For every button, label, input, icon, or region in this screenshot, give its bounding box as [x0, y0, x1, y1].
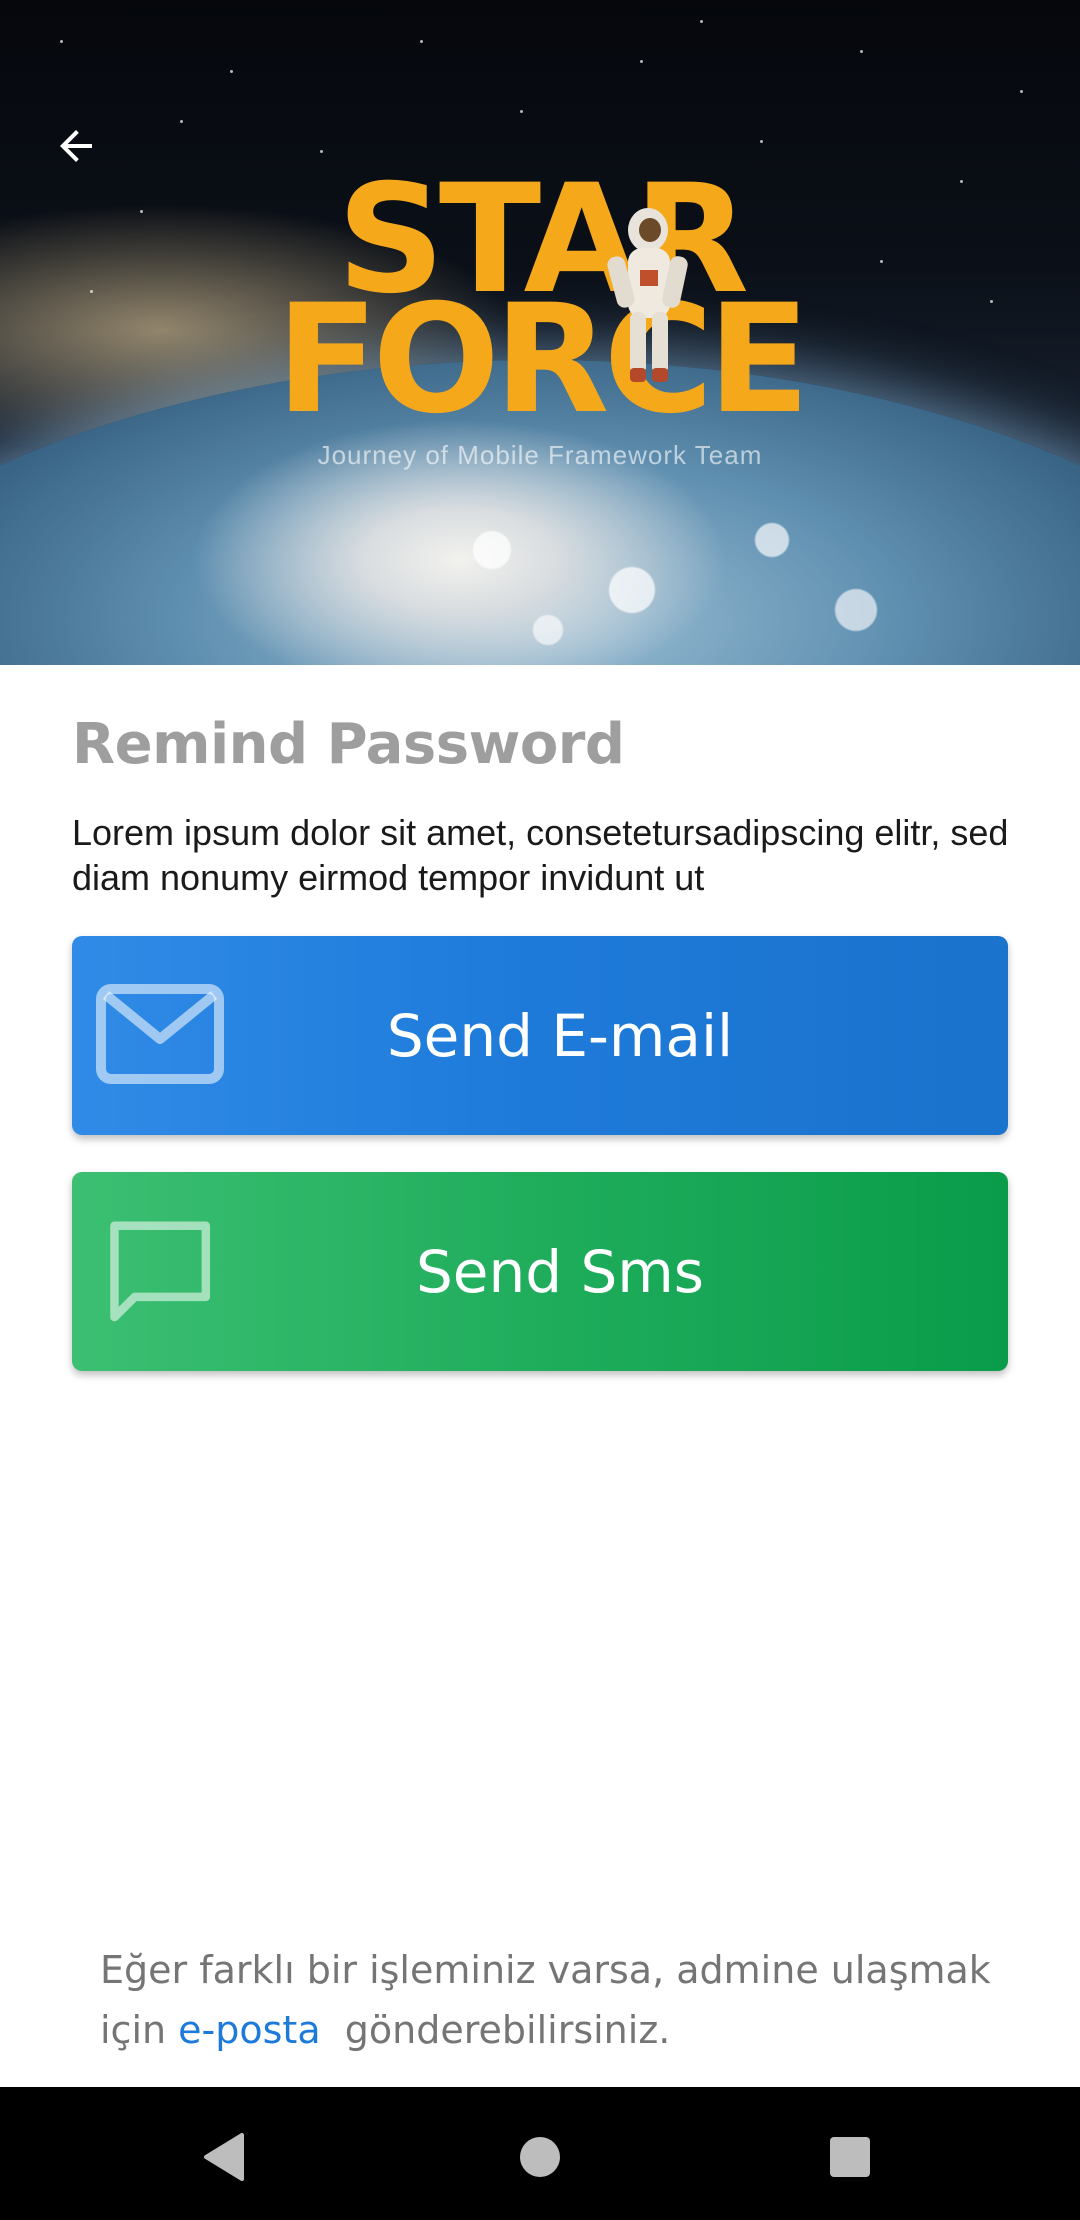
- nav-recent-button[interactable]: [810, 2117, 890, 2197]
- logo-line-2: FORCE: [275, 273, 810, 447]
- nav-recent-square-icon: [830, 2137, 870, 2177]
- system-nav-bar: [0, 2087, 1080, 2220]
- contact-admin-note: Eğer farklı bir işleminiz varsa, admine …: [100, 1940, 1020, 2060]
- email-link[interactable]: e-posta: [178, 2008, 320, 2052]
- send-sms-button[interactable]: Send Sms: [72, 1172, 1008, 1371]
- back-button[interactable]: [40, 110, 112, 182]
- envelope-icon: [96, 984, 224, 1084]
- arrow-left-icon: [60, 130, 92, 162]
- page-title: Remind Password: [72, 712, 625, 777]
- remind-password-screen: STAR FORCE Journey of Mobile Framework T…: [0, 0, 1080, 2220]
- cloud-cover: [380, 470, 940, 665]
- header-image: STAR FORCE Journey of Mobile Framework T…: [0, 0, 1080, 665]
- message-icon: [110, 1221, 211, 1322]
- star-force-logo: STAR FORCE Journey of Mobile Framework T…: [270, 165, 810, 480]
- page-description: Lorem ipsum dolor sit amet, consetetursa…: [72, 812, 1009, 898]
- nav-home-button[interactable]: [500, 2117, 580, 2197]
- nav-back-triangle-icon: [204, 2133, 244, 2181]
- astronaut-icon: [607, 208, 688, 382]
- nav-back-button[interactable]: [185, 2117, 265, 2197]
- send-email-button[interactable]: Send E-mail: [72, 936, 1008, 1135]
- footer-text-after: gönderebilirsiniz.: [320, 2008, 671, 2052]
- nav-home-circle-icon: [520, 2137, 560, 2177]
